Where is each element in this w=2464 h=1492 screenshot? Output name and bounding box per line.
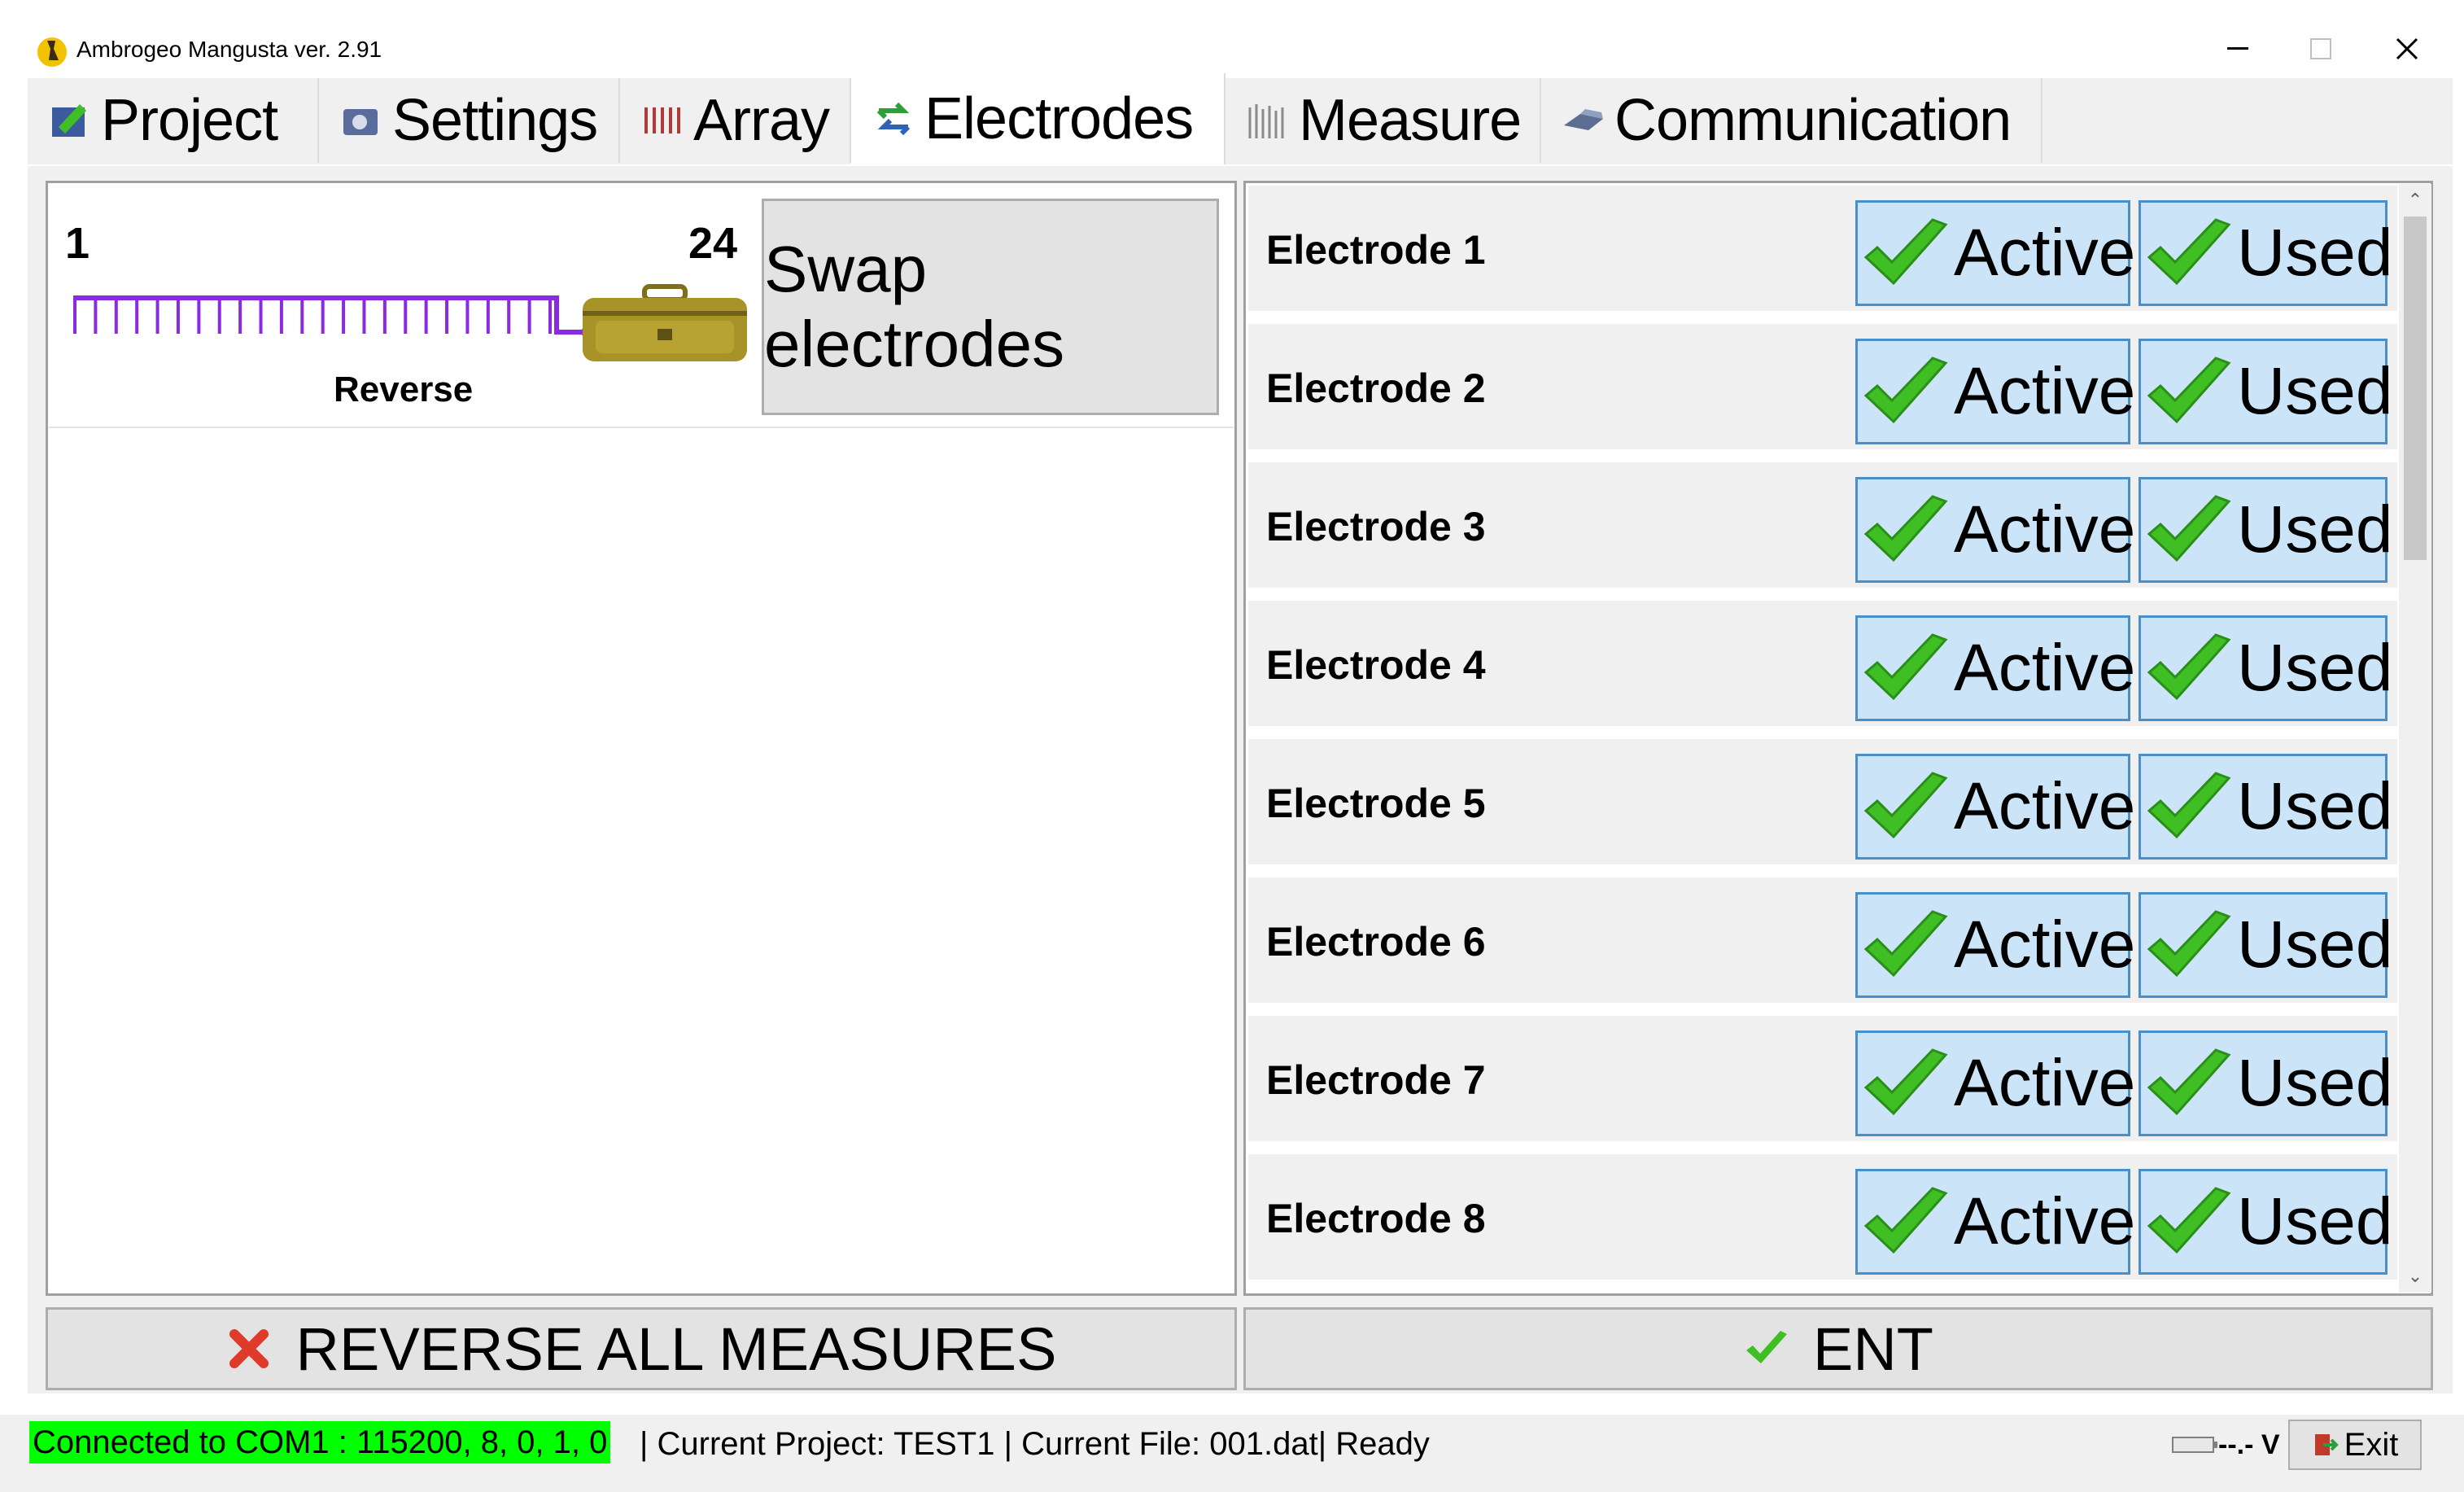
checkmark-icon bbox=[1863, 495, 1948, 562]
checkmark-icon bbox=[2147, 218, 2231, 286]
checkmark-icon bbox=[1863, 910, 1948, 978]
checkmark-icon bbox=[1863, 357, 1948, 424]
reverse-all-measures-button[interactable]: REVERSE ALL MEASURES bbox=[46, 1307, 1237, 1390]
electrode-name: Electrode 6 bbox=[1266, 919, 1486, 965]
swap-electrodes-button[interactable]: Swap electrodes bbox=[762, 199, 1219, 415]
tab-settings[interactable]: Settings bbox=[319, 78, 620, 163]
electrode-active-toggle[interactable]: Active bbox=[1855, 1030, 2135, 1136]
tab-project[interactable]: Project bbox=[28, 78, 319, 163]
tab-communication[interactable]: Communication bbox=[1541, 78, 2042, 163]
electrode-used-toggle[interactable]: Used bbox=[2139, 339, 2392, 444]
battery-icon bbox=[2172, 1437, 2217, 1453]
minimize-button[interactable] bbox=[2197, 16, 2278, 81]
electrode-name: Electrode 1 bbox=[1266, 227, 1486, 273]
electrode-used-toggle[interactable]: Used bbox=[2139, 477, 2392, 583]
electrode-row: Electrode 2 Active Used bbox=[1248, 324, 2397, 456]
ent-button[interactable]: ENT bbox=[1243, 1307, 2433, 1390]
settings-icon bbox=[343, 109, 378, 135]
checkmark-icon bbox=[2147, 772, 2231, 839]
electrode-row: Electrode 7 Active Used bbox=[1248, 1016, 2397, 1148]
electrodes-icon bbox=[876, 102, 911, 136]
battery-voltage-indicator: --.- V bbox=[2171, 1424, 2280, 1465]
close-button[interactable] bbox=[2366, 16, 2448, 81]
electrode-row: Electrode 8 Active Used bbox=[1248, 1154, 2397, 1286]
exit-door-icon bbox=[2314, 1434, 2339, 1455]
maximize-icon bbox=[2310, 38, 2331, 59]
minimize-icon bbox=[2227, 47, 2248, 50]
electrode-active-toggle[interactable]: Active bbox=[1855, 892, 2135, 998]
electrode-row: Electrode 1 Active Used bbox=[1248, 186, 2397, 317]
connection-status: Connected to COM1 : 115200, 8, 0, 1, 0 bbox=[29, 1421, 611, 1464]
electrode-used-toggle[interactable]: Used bbox=[2139, 892, 2392, 998]
checkmark-icon bbox=[2147, 633, 2231, 701]
status-info-text: | Current Project: TEST1 | Current File:… bbox=[640, 1426, 1430, 1462]
electrode-name: Electrode 4 bbox=[1266, 642, 1486, 688]
checkmark-icon bbox=[2147, 1048, 2231, 1116]
electrode-name: Electrode 5 bbox=[1266, 781, 1486, 826]
reverse-mode-label: Reverse bbox=[334, 370, 474, 409]
checkmark-icon bbox=[2147, 910, 2231, 978]
checkmark-icon bbox=[1746, 1331, 1787, 1363]
checkmark-icon bbox=[1863, 218, 1948, 286]
scrollbar-thumb[interactable] bbox=[2404, 217, 2427, 560]
checkmark-icon bbox=[1863, 772, 1948, 839]
electrode-name: Electrode 8 bbox=[1266, 1196, 1486, 1241]
electrode-active-toggle[interactable]: Active bbox=[1855, 200, 2135, 306]
electrode-used-toggle[interactable]: Used bbox=[2139, 200, 2392, 306]
array-icon bbox=[644, 107, 680, 133]
maximize-button[interactable] bbox=[2280, 16, 2361, 81]
checkmark-icon bbox=[1863, 1048, 1948, 1116]
electrode-used-toggle[interactable]: Used bbox=[2139, 615, 2392, 721]
measure-icon bbox=[1248, 104, 1284, 138]
last-electrode-label: 24 bbox=[688, 219, 738, 268]
electrode-active-toggle[interactable]: Active bbox=[1855, 754, 2135, 860]
electrode-array-diagram bbox=[73, 295, 591, 337]
electrode-active-toggle[interactable]: Active bbox=[1855, 339, 2135, 444]
exit-button[interactable]: Exit bbox=[2288, 1420, 2422, 1470]
electrode-active-toggle[interactable]: Active bbox=[1855, 477, 2135, 583]
electrode-name: Electrode 2 bbox=[1266, 365, 1486, 411]
checkmark-icon bbox=[1863, 633, 1948, 701]
communication-icon bbox=[1564, 109, 1603, 130]
electrode-row: Electrode 5 Active Used bbox=[1248, 739, 2397, 871]
scroll-down-arrow-icon[interactable]: ⌄ bbox=[2399, 1260, 2431, 1293]
checkmark-icon bbox=[2147, 357, 2231, 424]
electrode-name: Electrode 7 bbox=[1266, 1057, 1486, 1103]
electrode-active-toggle[interactable]: Active bbox=[1855, 615, 2135, 721]
electrode-active-toggle[interactable]: Active bbox=[1855, 1169, 2135, 1275]
tab-measure[interactable]: Measure bbox=[1225, 78, 1541, 163]
electrode-used-toggle[interactable]: Used bbox=[2139, 1169, 2392, 1275]
battery-voltage: --.- V bbox=[2218, 1429, 2280, 1460]
app-logo-icon bbox=[37, 37, 67, 67]
electrode-row: Electrode 4 Active Used bbox=[1248, 601, 2397, 733]
scroll-up-arrow-icon[interactable]: ⌃ bbox=[2399, 184, 2431, 217]
red-x-icon bbox=[229, 1329, 269, 1368]
close-icon bbox=[2396, 37, 2418, 60]
electrode-used-toggle[interactable]: Used bbox=[2139, 1030, 2392, 1136]
checkmark-icon bbox=[2147, 495, 2231, 562]
checkmark-icon bbox=[2147, 1187, 2231, 1254]
instrument-case-icon bbox=[583, 284, 747, 361]
tab-array[interactable]: Array bbox=[620, 78, 851, 163]
tab-electrodes[interactable]: Electrodes bbox=[851, 73, 1225, 164]
project-icon bbox=[52, 104, 86, 137]
electrode-row: Electrode 6 Active Used bbox=[1248, 877, 2397, 1009]
checkmark-icon bbox=[1863, 1187, 1948, 1254]
electrode-row: Electrode 3 Active Used bbox=[1248, 462, 2397, 594]
window-title: Ambrogeo Mangusta ver. 2.91 bbox=[76, 37, 382, 62]
electrode-used-toggle[interactable]: Used bbox=[2139, 754, 2392, 860]
first-electrode-label: 1 bbox=[65, 219, 90, 268]
electrode-name: Electrode 3 bbox=[1266, 504, 1486, 549]
